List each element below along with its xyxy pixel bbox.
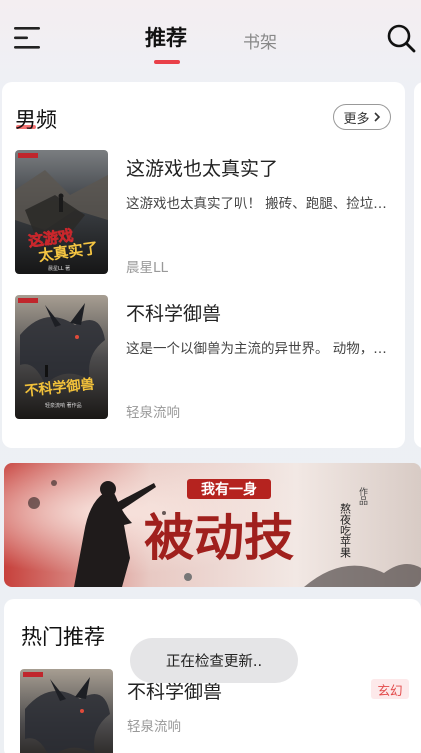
- update-toast: 正在检查更新..: [130, 638, 298, 683]
- carousel-indicator-dot[interactable]: [184, 573, 192, 581]
- banner-author: 熬夜吃苹果: [339, 502, 352, 559]
- more-button[interactable]: 更多: [333, 104, 391, 130]
- more-button-label: 更多: [343, 111, 370, 127]
- banner-author-mark: 作品: [357, 486, 368, 506]
- section-title: 热门推荐: [21, 625, 105, 649]
- book-item[interactable]: 这游戏 太真实了 晨星LL 著 这游戏也太真实了 这游戏也太真实了叭！ 搬砖、跑…: [15, 150, 395, 276]
- promo-banner[interactable]: 我有一身 被动技 熬夜吃苹果 作品: [4, 463, 421, 587]
- book-author: 轻泉流响: [126, 405, 180, 421]
- book-item[interactable]: 不科学御兽 轻泉流响 著作品 不科学御兽 这是一个以御兽为主流的异世界。 动物，…: [15, 295, 395, 421]
- active-tab-indicator: [154, 60, 180, 64]
- menu-icon[interactable]: [14, 26, 40, 50]
- tab-recommend[interactable]: 推荐: [145, 22, 187, 52]
- book-title: 不科学御兽: [126, 303, 222, 325]
- cover-author: 轻泉流响 著作品: [45, 402, 82, 409]
- next-card-peek[interactable]: [414, 82, 421, 448]
- book-author: 轻泉流响: [127, 719, 181, 735]
- book-description: 这是一个以御兽为主流的异世界。 动物，植物…: [126, 341, 388, 357]
- book-cover[interactable]: 不科学御兽 轻泉流响 著作品: [15, 295, 108, 419]
- book-title: 这游戏也太真实了: [126, 158, 279, 180]
- book-cover[interactable]: [20, 669, 113, 753]
- book-cover[interactable]: 这游戏 太真实了 晨星LL 著: [15, 150, 108, 274]
- section-title: 男频: [15, 108, 57, 132]
- book-author: 晨星LL: [126, 260, 169, 276]
- book-description: 这游戏也太真实了叭！ 搬砖、跑腿、捡垃圾…: [126, 196, 388, 212]
- top-bar: 推荐 书架: [0, 0, 421, 80]
- banner-title-main: 被动技: [144, 508, 294, 567]
- banner-title-top: 我有一身: [201, 481, 257, 498]
- cover-author: 晨星LL 著: [48, 265, 70, 272]
- male-section-card: 男频 更多 这游戏 太真实了 晨星LL 著 这游戏也太真实了 这游戏也太真实了叭…: [2, 82, 405, 448]
- chevron-right-icon: [373, 112, 380, 122]
- genre-tag: 玄幻: [371, 679, 409, 699]
- search-icon[interactable]: [386, 23, 416, 53]
- tab-bookshelf[interactable]: 书架: [243, 28, 277, 53]
